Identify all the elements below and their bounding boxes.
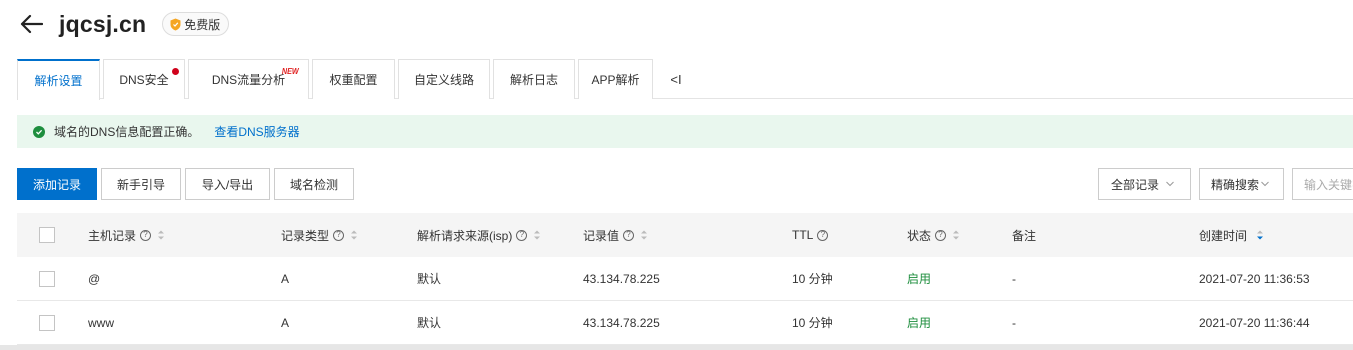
column-label: 主机记录 (88, 228, 137, 243)
tab-weight[interactable]: 权重配置 (312, 59, 395, 99)
column-label: 状态 (907, 228, 932, 243)
tab-label: 自定义线路 (413, 73, 474, 87)
sort-icon[interactable] (640, 229, 648, 241)
import-export-button[interactable]: 导入/导出 (185, 168, 270, 200)
chevron-down-icon (1261, 181, 1269, 187)
row-checkbox[interactable] (39, 271, 55, 287)
tab-dns-traffic[interactable]: DNS流量分析 NEW (188, 59, 309, 99)
cell-type: A (281, 271, 290, 286)
cell-type: A (281, 315, 290, 330)
row-checkbox[interactable] (39, 315, 55, 331)
record-toolbar: 添加记录 新手引导 导入/导出 域名检测 全部记录 精确搜索 输入关键字 (17, 168, 1353, 200)
column-isp: 解析请求来源(isp) ? (417, 227, 541, 244)
search-mode-value: 精确搜索 (1211, 177, 1260, 192)
notice-text: 域名的DNS信息配置正确。 (54, 125, 200, 139)
column-status: 状态 ? (907, 227, 960, 244)
chevron-down-icon (1166, 181, 1174, 187)
cell-isp: 默认 (417, 272, 442, 286)
tab-dns-log[interactable]: 解析日志 (493, 59, 575, 99)
page-header: jqcsj.cn 免费版 (17, 9, 230, 39)
view-dns-servers-link[interactable]: 查看DNS服务器 (214, 123, 299, 140)
notification-dot (172, 68, 179, 75)
domain-check-button[interactable]: 域名检测 (274, 168, 354, 200)
tab-label: DNS安全 (119, 73, 169, 87)
cell-value: 43.134.78.225 (583, 271, 660, 286)
cell-created: 2021-07-20 11:36:53 (1199, 271, 1310, 286)
cell-host: www (88, 315, 114, 330)
record-filter-value: 全部记录 (1111, 177, 1160, 192)
column-label: 记录类型 (281, 228, 330, 243)
sort-icon[interactable] (533, 229, 541, 241)
sort-desc-icon[interactable] (1256, 229, 1264, 241)
cell-created: 2021-07-20 11:36:44 (1199, 315, 1310, 330)
column-label: TTL (792, 228, 814, 242)
search-mode-select[interactable]: 精确搜索 (1199, 168, 1284, 200)
record-filter-select[interactable]: 全部记录 (1098, 168, 1191, 200)
table-row: www A 默认 43.134.78.225 10 分钟 启用 - 2021-0… (17, 301, 1353, 345)
dns-records-table: 主机记录 ? 记录类型 ? 解析请求来源(isp) ? 记录值 ? TTL ? … (17, 213, 1353, 345)
column-host: 主机记录 ? (88, 227, 165, 244)
table-row: @ A 默认 43.134.78.225 10 分钟 启用 - 2021-07-… (17, 257, 1353, 301)
column-ttl: TTL ? (792, 228, 829, 242)
tab-scroll-left-icon[interactable]: <I (656, 59, 696, 99)
shield-icon (170, 18, 181, 30)
table-header: 主机记录 ? 记录类型 ? 解析请求来源(isp) ? 记录值 ? TTL ? … (17, 213, 1353, 257)
cell-remark: - (1012, 315, 1016, 330)
sort-icon[interactable] (350, 229, 358, 241)
cell-isp: 默认 (417, 316, 442, 330)
tab-app-dns[interactable]: APP解析 (578, 59, 653, 99)
beginner-guide-button[interactable]: 新手引导 (101, 168, 181, 200)
help-icon[interactable]: ? (333, 229, 345, 241)
help-icon[interactable]: ? (140, 229, 152, 241)
cell-ttl: 10 分钟 (792, 272, 833, 286)
edition-badge: 免费版 (162, 12, 230, 36)
column-label: 创建时间 (1199, 228, 1248, 243)
cell-ttl: 10 分钟 (792, 316, 833, 330)
tab-bar: 解析设置 DNS安全 DNS流量分析 NEW 权重配置 自定义线路 解析日志 AP… (17, 59, 1353, 100)
cell-status: 启用 (907, 272, 932, 286)
tab-label: APP解析 (591, 73, 640, 87)
cell-value: 43.134.78.225 (583, 315, 660, 330)
column-value: 记录值 ? (583, 227, 648, 244)
tab-custom-line[interactable]: 自定义线路 (398, 59, 490, 99)
help-icon[interactable]: ? (817, 229, 829, 241)
cell-remark: - (1012, 271, 1016, 286)
column-remark: 备注 (1012, 227, 1036, 244)
sort-icon[interactable] (157, 229, 165, 241)
domain-title: jqcsj.cn (59, 10, 147, 37)
column-created: 创建时间 (1199, 227, 1264, 244)
help-icon[interactable]: ? (935, 229, 947, 241)
column-label: 备注 (1012, 228, 1037, 243)
horizontal-scrollbar[interactable] (0, 345, 1353, 350)
column-type: 记录类型 ? (281, 227, 358, 244)
dns-status-notice: 域名的DNS信息配置正确。 查看DNS服务器 (17, 115, 1353, 148)
help-icon[interactable]: ? (623, 229, 635, 241)
edition-badge-label: 免费版 (184, 17, 221, 32)
add-record-button[interactable]: 添加记录 (17, 168, 97, 200)
column-label: 记录值 (583, 228, 620, 243)
cell-host: @ (88, 271, 101, 286)
tab-label: 权重配置 (329, 73, 378, 87)
tab-label: DNS流量分析 (211, 73, 286, 87)
column-label: 解析请求来源(isp) (417, 228, 513, 243)
search-input[interactable]: 输入关键字 (1292, 168, 1353, 200)
select-all-checkbox[interactable] (39, 227, 55, 243)
back-arrow-icon[interactable] (17, 10, 45, 38)
cell-status: 启用 (907, 316, 932, 330)
help-icon[interactable]: ? (516, 229, 528, 241)
tab-dns-security[interactable]: DNS安全 (103, 59, 185, 99)
tab-dns-settings[interactable]: 解析设置 (17, 59, 100, 100)
tab-label: 解析设置 (34, 74, 83, 88)
tab-label: 解析日志 (509, 73, 558, 87)
new-badge: NEW (282, 67, 300, 76)
sort-icon[interactable] (952, 229, 960, 241)
check-circle-icon (33, 125, 45, 138)
